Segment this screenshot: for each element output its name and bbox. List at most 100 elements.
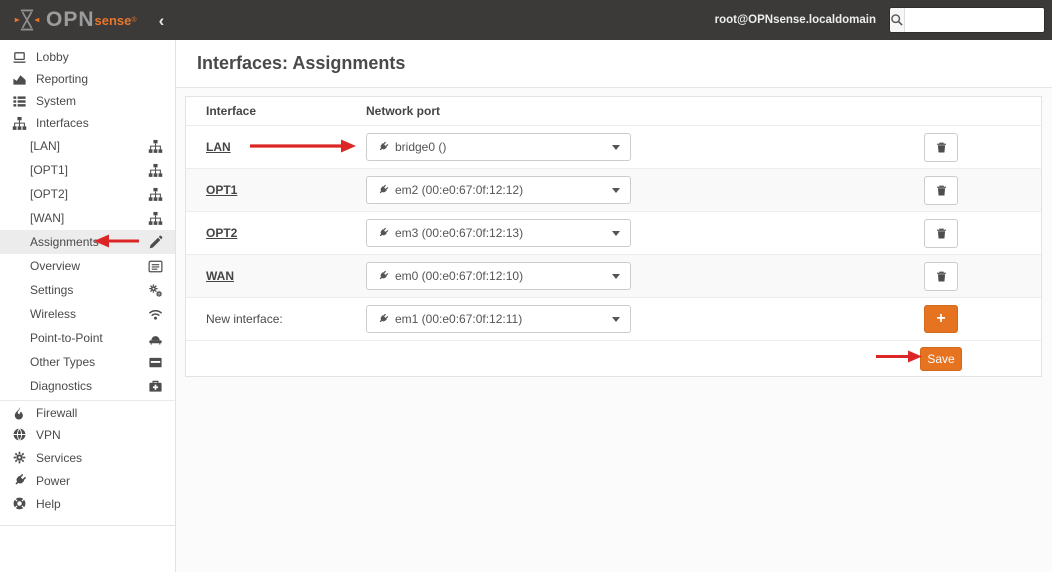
sidebar-divider (0, 525, 175, 526)
sidebar-item-overview[interactable]: Overview (0, 254, 175, 278)
trash-icon (935, 141, 948, 154)
archive-icon (148, 355, 163, 370)
sidebar-item-point-to-point[interactable]: Point-to-Point (0, 326, 175, 350)
trash-icon (935, 270, 948, 283)
sidebar-item-opt2[interactable]: [OPT2] (0, 182, 175, 206)
new-interface-label: New interface: (206, 312, 283, 326)
sitemap-icon (148, 187, 163, 202)
laptop-icon (12, 50, 27, 65)
plug-icon (377, 141, 389, 153)
sitemap-icon (148, 139, 163, 154)
sidebar-nav: Lobby Reporting System Interfaces [LAN] … (0, 40, 176, 572)
chevron-down-icon (612, 273, 620, 279)
plug-icon (377, 227, 389, 239)
delete-opt2-button[interactable] (924, 218, 958, 248)
search-input[interactable] (905, 8, 1044, 32)
sidebar-item-diagnostics[interactable]: Diagnostics (0, 374, 175, 398)
list-alt-icon (148, 259, 163, 274)
sidebar-item-label: Power (36, 473, 71, 488)
sidebar-item-opt1[interactable]: [OPT1] (0, 158, 175, 182)
opnsense-logo[interactable]: OPN sense ® (14, 8, 137, 32)
sidebar-item-label: Firewall (36, 406, 78, 420)
sitemap-icon (148, 163, 163, 178)
cogs-icon (148, 283, 163, 298)
save-button[interactable]: Save (920, 346, 962, 371)
sidebar-collapse-chevron-icon[interactable]: ‹ (159, 12, 165, 29)
table-header-row: Interface Network port (186, 97, 1041, 125)
fire-icon (12, 406, 27, 421)
top-header-bar: OPN sense ® ‹ root@OPNsense.localdomain (0, 0, 1052, 40)
assignments-panel: Interface Network port LAN bridge0 () OP… (185, 96, 1042, 377)
table-row: OPT2 em3 (00:e0:67:0f:12:13) (186, 211, 1041, 254)
add-interface-button[interactable]: + (924, 305, 958, 333)
column-header-interface: Interface (206, 104, 257, 118)
selected-port-label: em1 (00:e0:67:0f:12:11) (395, 312, 523, 326)
sidebar-item-label: Assignments (30, 235, 99, 249)
sidebar-item-assignments[interactable]: Assignments (0, 230, 175, 254)
sidebar-item-other-types[interactable]: Other Types (0, 350, 175, 374)
sidebar-item-label: VPN (36, 427, 61, 442)
search-icon (890, 8, 905, 32)
sidebar-item-label: Wireless (30, 307, 77, 321)
logo-registered-mark: ® (131, 16, 137, 24)
title-bar: Interfaces: Assignments (176, 40, 1052, 88)
sidebar-item-label: Help (36, 496, 61, 511)
plug-icon (12, 473, 27, 488)
sidebar-item-label: Interfaces (36, 116, 89, 130)
network-port-select-wan[interactable]: em0 (00:e0:67:0f:12:10) (366, 262, 631, 290)
modem-icon (148, 331, 163, 346)
sidebar-item-services[interactable]: Services (0, 446, 175, 469)
sidebar-item-reporting[interactable]: Reporting (0, 68, 175, 90)
interface-link-opt1[interactable]: OPT1 (206, 183, 237, 197)
network-port-select-opt2[interactable]: em3 (00:e0:67:0f:12:13) (366, 219, 631, 247)
network-port-select-lan[interactable]: bridge0 () (366, 133, 631, 161)
sidebar-item-power[interactable]: Power (0, 469, 175, 492)
table-row: WAN em0 (00:e0:67:0f:12:10) (186, 254, 1041, 297)
pencil-icon (148, 235, 163, 250)
interface-link-opt2[interactable]: OPT2 (206, 226, 237, 240)
sidebar-item-label: [LAN] (30, 139, 61, 153)
sidebar-item-wireless[interactable]: Wireless (0, 302, 175, 326)
sidebar-item-lan[interactable]: [LAN] (0, 134, 175, 158)
plug-icon (377, 270, 389, 282)
sidebar-item-settings[interactable]: Settings (0, 278, 175, 302)
selected-port-label: em2 (00:e0:67:0f:12:12) (395, 183, 524, 197)
sidebar-item-firewall[interactable]: Firewall (0, 400, 175, 423)
interface-link-wan[interactable]: WAN (206, 269, 234, 283)
globe-icon (12, 427, 27, 442)
sitemap-icon (12, 116, 27, 131)
opnsense-logo-icon (14, 8, 40, 32)
sidebar-item-label: System (36, 94, 77, 108)
plug-icon (377, 313, 389, 325)
sidebar-item-label: Settings (30, 283, 74, 297)
area-chart-icon (12, 72, 27, 87)
sidebar-item-wan[interactable]: [WAN] (0, 206, 175, 230)
network-port-select-opt1[interactable]: em2 (00:e0:67:0f:12:12) (366, 176, 631, 204)
sidebar-item-lobby[interactable]: Lobby (0, 46, 175, 68)
logo-text-sense: sense (94, 12, 132, 28)
wifi-icon (148, 307, 163, 322)
sidebar-item-label: Overview (30, 259, 81, 273)
plug-icon (377, 184, 389, 196)
table-row: OPT1 em2 (00:e0:67:0f:12:12) (186, 168, 1041, 211)
sidebar-item-label: [OPT1] (30, 163, 69, 177)
chevron-down-icon (612, 187, 620, 193)
delete-lan-button[interactable] (924, 132, 958, 162)
sidebar-item-vpn[interactable]: VPN (0, 423, 175, 446)
logo-text-opn: OPN (46, 8, 95, 31)
search-box[interactable] (889, 7, 1045, 33)
sitemap-icon (148, 211, 163, 226)
selected-port-label: bridge0 () (395, 140, 447, 154)
sidebar-item-system[interactable]: System (0, 90, 175, 112)
delete-opt1-button[interactable] (924, 175, 958, 205)
page-title: Interfaces: Assignments (197, 53, 406, 73)
table-row-new-interface: New interface: em1 (00:e0:67:0f:12:11) + (186, 297, 1041, 340)
sidebar-item-label: Reporting (36, 72, 89, 86)
selected-port-label: em0 (00:e0:67:0f:12:10) (395, 269, 524, 283)
interface-link-lan[interactable]: LAN (206, 140, 231, 154)
sidebar-item-help[interactable]: Help (0, 492, 175, 515)
sidebar-item-interfaces[interactable]: Interfaces (0, 112, 175, 134)
life-ring-icon (12, 496, 27, 511)
network-port-select-new[interactable]: em1 (00:e0:67:0f:12:11) (366, 305, 631, 333)
delete-wan-button[interactable] (924, 261, 958, 291)
